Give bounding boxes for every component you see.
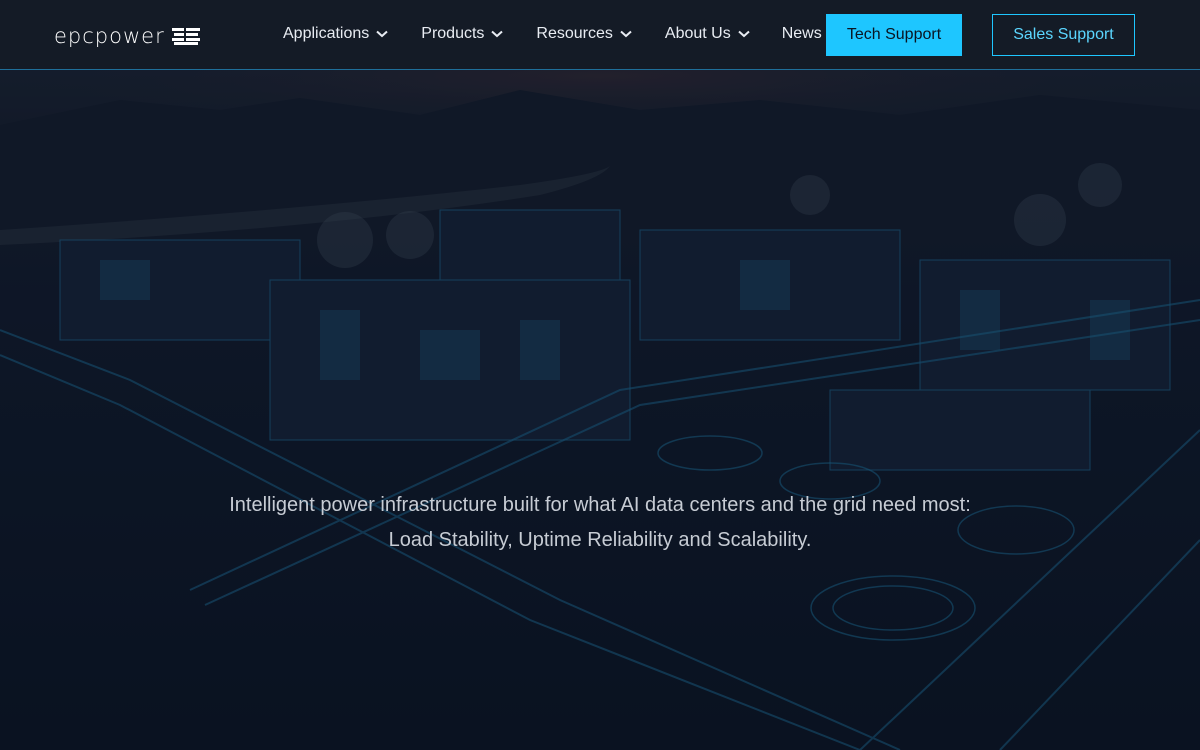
nav-applications-label: Applications [283,25,370,42]
hero-tagline: Intelligent power infrastructure built f… [0,488,1200,558]
nav-news[interactable]: News [782,22,822,46]
nav-about-us[interactable]: About Us [665,22,750,46]
nav-products-label: Products [421,25,485,42]
tech-support-button[interactable]: Tech Support [826,14,962,56]
chevron-down-icon [620,30,632,38]
nav-products[interactable]: Products [421,22,504,46]
nav-applications[interactable]: Applications [283,22,388,46]
chevron-down-icon [376,30,388,38]
brand-logo[interactable]: epcpower [54,24,200,48]
nav-about-us-label: About Us [664,25,731,42]
site-header: epcpower Applications Products Resources… [0,0,1200,70]
nav-resources[interactable]: Resources [536,22,632,46]
brand-name: epcpower [54,24,165,48]
chevron-down-icon [738,30,750,38]
hero-tagline-line-2: Load Stability, Uptime Reliability and S… [388,529,812,551]
main-nav: Applications Products Resources About Us… [283,22,822,46]
hero-tagline-line-1: Intelligent power infrastructure built f… [229,494,971,516]
nav-resources-label: Resources [536,25,613,42]
hero-background-image [0,70,1200,750]
epc-stack-icon [171,27,200,45]
chevron-down-icon [491,30,504,38]
sales-support-button[interactable]: Sales Support [992,14,1135,56]
hero-section: Intelligent power infrastructure built f… [0,70,1200,750]
nav-news-label: News [781,25,822,42]
